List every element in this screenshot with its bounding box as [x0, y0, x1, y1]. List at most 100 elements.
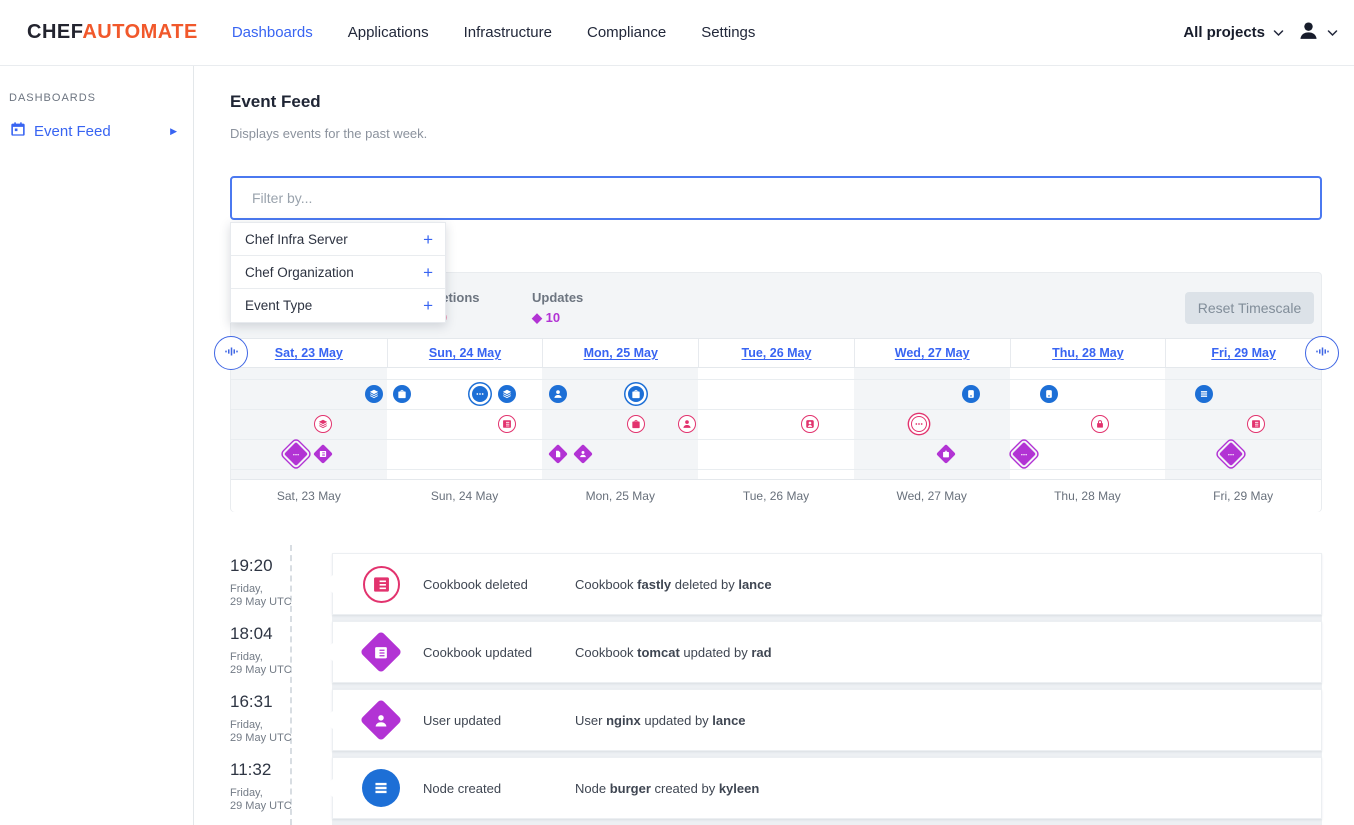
primary-nav: Dashboards Applications Infrastructure Comp…	[232, 24, 756, 41]
event-description: Cookbook fastly deleted by lance	[575, 577, 772, 592]
event-time-weekday: Friday,	[230, 651, 292, 664]
timeline-header: Sat, 23 May Sun, 24 May Mon, 25 May Tue, 26…	[231, 338, 1321, 368]
day-link-sat-23-may[interactable]: Sat, 23 May	[275, 346, 343, 360]
stat-label: Updates	[532, 290, 583, 305]
event-marker-creation-node[interactable]	[1040, 385, 1058, 403]
event-marker-update-bag[interactable]	[936, 444, 956, 464]
user-updated-icon	[360, 699, 402, 741]
nav-item-infrastructure[interactable]: Infrastructure	[464, 24, 552, 41]
projects-filter-button[interactable]: All projects	[1183, 24, 1284, 41]
event-time-clock: 16:31	[230, 692, 292, 712]
reset-timescale-button[interactable]: Reset Timescale	[1185, 292, 1314, 324]
event-title: Cookbook deleted	[423, 577, 563, 592]
gridline	[231, 379, 1321, 380]
event-marker-deletion-layers[interactable]	[314, 415, 332, 433]
user-avatar-icon	[1298, 20, 1319, 45]
event-marker-update-doc[interactable]	[548, 444, 568, 464]
event-time-date: 29 May UTC	[230, 596, 292, 609]
day-link-thu-28-may[interactable]: Thu, 28 May	[1052, 346, 1124, 360]
filter-option-chef-organization[interactable]: Chef Organization +	[231, 256, 445, 289]
nav-item-compliance[interactable]: Compliance	[587, 24, 666, 41]
day-label: Thu, 28 May	[1010, 480, 1166, 512]
gridline	[231, 439, 1321, 440]
top-nav: CHEFAUTOMATE Dashboards Applications Infra…	[0, 0, 1354, 66]
brand-chef: CHEF	[27, 21, 82, 43]
filter-option-chef-infra-server[interactable]: Chef Infra Server +	[231, 223, 445, 256]
timescale-handle-left[interactable]	[214, 336, 248, 370]
timeline-day-column: Sat, 23 May	[231, 339, 387, 367]
timescale-handle-right[interactable]	[1305, 336, 1339, 370]
event-marker-deletion-book[interactable]	[498, 415, 516, 433]
day-link-tue-26-may[interactable]: Tue, 26 May	[742, 346, 812, 360]
node-created-icon	[362, 769, 400, 807]
day-link-sun-24-may[interactable]: Sun, 24 May	[429, 346, 501, 360]
event-marker-update-person[interactable]	[573, 444, 593, 464]
event-marker-creation-layers[interactable]	[498, 385, 516, 403]
event-marker-creation-list[interactable]	[1195, 385, 1213, 403]
event-marker-deletion-client[interactable]	[801, 415, 819, 433]
filter-input[interactable]	[230, 176, 1322, 220]
event-marker-deletion-bag[interactable]	[627, 415, 645, 433]
event-marker-creation-node[interactable]	[962, 385, 980, 403]
sidebar-item-event-feed[interactable]: Event Feed ▶	[10, 121, 183, 141]
waveform-icon	[224, 344, 239, 362]
event-icon-wrap	[361, 768, 401, 808]
chevron-down-icon	[1273, 24, 1284, 41]
event-title: Cookbook updated	[423, 645, 563, 660]
event-marker-update-dots[interactable]	[1219, 442, 1243, 466]
event-marker-creation-layers[interactable]	[365, 385, 383, 403]
timeline-footer: Sat, 23 MaySun, 24 MayMon, 25 MayTue, 26…	[231, 479, 1321, 512]
filter-option-event-type[interactable]: Event Type +	[231, 289, 445, 322]
filter-option-label: Event Type	[245, 298, 312, 313]
day-link-wed-27-may[interactable]: Wed, 27 May	[895, 346, 970, 360]
event-time-clock: 11:32	[230, 760, 292, 780]
event-marker-deletion-book[interactable]	[1247, 415, 1265, 433]
event-time: 16:31 Friday, 29 May UTC	[230, 692, 292, 745]
day-label: Sun, 24 May	[387, 480, 543, 512]
event-time-weekday: Friday,	[230, 719, 292, 732]
event-description: User nginx updated by lance	[575, 713, 746, 728]
event-time: 19:20 Friday, 29 May UTC	[230, 556, 292, 609]
plus-icon[interactable]: +	[423, 264, 433, 281]
timeline-day-column: Wed, 27 May	[854, 339, 1010, 367]
filter-dropdown: Chef Infra Server +Chef Organization +Ev…	[230, 222, 446, 323]
cookbook-updated-icon	[360, 631, 402, 673]
event-marker-creation-bag[interactable]	[393, 385, 411, 403]
plus-icon[interactable]: +	[423, 231, 433, 248]
event-marker-creation-person[interactable]	[549, 385, 567, 403]
nav-item-dashboards[interactable]: Dashboards	[232, 24, 313, 41]
expand-arrow-icon[interactable]: ▶	[170, 126, 177, 137]
event-time-date: 29 May UTC	[230, 664, 292, 677]
sidebar-heading: DASHBOARDS	[9, 92, 193, 104]
nav-item-applications[interactable]: Applications	[348, 24, 429, 41]
event-marker-creation-dots[interactable]	[472, 386, 488, 402]
event-time: 11:32 Friday, 29 May UTC	[230, 760, 292, 813]
day-link-mon-25-may[interactable]: Mon, 25 May	[584, 346, 658, 360]
day-label: Mon, 25 May	[542, 480, 698, 512]
filter-option-label: Chef Infra Server	[245, 232, 348, 247]
event-time-weekday: Friday,	[230, 787, 292, 800]
nav-right: All projects	[1183, 20, 1338, 45]
nav-item-settings[interactable]: Settings	[701, 24, 755, 41]
grid-stripe	[387, 368, 543, 479]
event-marker-deletion-lock[interactable]	[1091, 415, 1109, 433]
chevron-down-icon	[1327, 24, 1338, 41]
event-marker-deletion-dots[interactable]	[911, 416, 927, 432]
filter-option-label: Chef Organization	[245, 265, 354, 280]
stat-count: ◆ 10	[532, 310, 583, 326]
user-menu-button[interactable]	[1298, 20, 1338, 45]
event-marker-update-dots[interactable]	[284, 442, 308, 466]
event-description: Node burger created by kyleen	[575, 781, 759, 796]
event-time-clock: 19:20	[230, 556, 292, 576]
event-title: Node created	[423, 781, 563, 796]
plus-icon[interactable]: +	[423, 297, 433, 314]
projects-filter-label: All projects	[1183, 24, 1265, 41]
brand-automate: AUTOMATE	[82, 21, 197, 43]
day-link-fri-29-may[interactable]: Fri, 29 May	[1211, 346, 1276, 360]
day-label: Wed, 27 May	[854, 480, 1010, 512]
event-marker-deletion-person[interactable]	[678, 415, 696, 433]
event-card-cookbook-deleted: Cookbook deleted Cookbook fastly deleted…	[332, 553, 1322, 615]
event-marker-creation-bag[interactable]	[628, 386, 644, 402]
event-icon-wrap	[361, 564, 401, 604]
event-marker-update-book[interactable]	[313, 444, 333, 464]
